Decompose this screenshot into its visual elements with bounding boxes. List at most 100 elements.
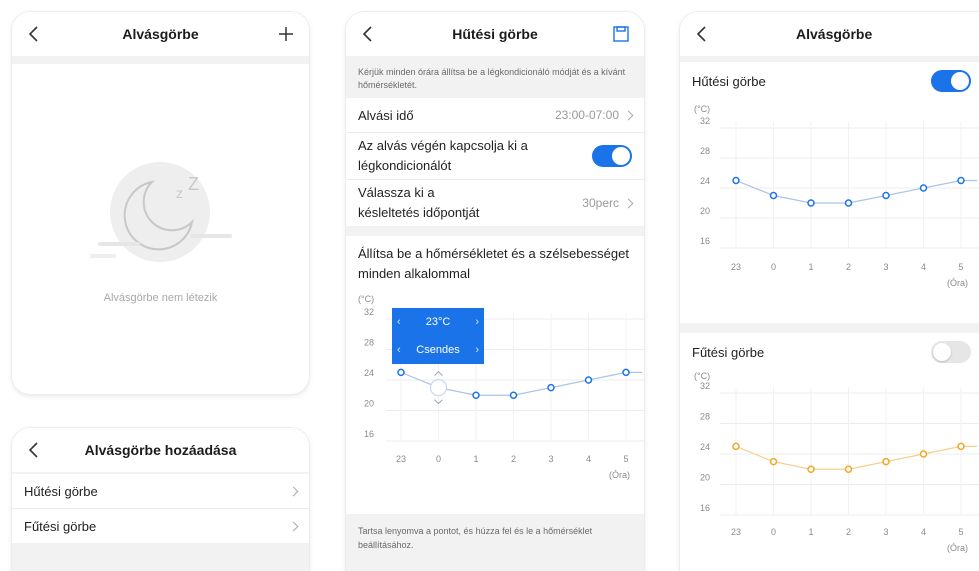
data-point: [807, 199, 815, 207]
y-tick-label: 32: [700, 116, 710, 126]
tooltip-box[interactable]: ‹ 23°C › ‹ Csendes ›: [392, 308, 484, 364]
heating-toggle[interactable]: [931, 341, 971, 363]
hint-text: Kérjük minden órára állítsa be a légkond…: [358, 67, 626, 90]
nav-bar: Hűtési görbe: [346, 12, 644, 56]
cooling-curve-label: Hűtési görbe: [692, 73, 766, 89]
data-point: [732, 442, 740, 451]
y-tick-label: 28: [700, 146, 710, 156]
sleep-time-row[interactable]: Alvási idő 23:00-07:00: [346, 98, 644, 133]
data-point: [732, 176, 740, 185]
heating-curve-label: Fűtési görbe: [692, 344, 765, 360]
x-tick-label: 5: [958, 527, 963, 537]
y-tick-label: 20: [700, 473, 710, 483]
empty-state: z Z Alvásgörbe nem létezik: [12, 64, 309, 394]
x-tick-label: 0: [771, 527, 776, 537]
list-item-heating[interactable]: Fűtési görbe: [12, 509, 309, 543]
y-unit-label: (°C): [694, 371, 710, 381]
tooltip-temp-row: ‹ 23°C ›: [392, 308, 484, 336]
y-unit-label: (°C): [358, 294, 374, 304]
y-tick-label: 28: [364, 338, 374, 348]
page-title: Alvásgörbe hozáadása: [84, 442, 237, 458]
y-tick-label: 24: [700, 442, 710, 452]
sleeping-moon-icon: z Z: [90, 162, 232, 262]
data-point: [472, 391, 480, 399]
chevron-right-icon: [623, 110, 634, 121]
y-tick-label: 16: [700, 503, 710, 513]
sleep-time-label: Alvási idő: [358, 107, 414, 123]
turn-off-label: Az alvás végén kapcsolja ki a légkondici…: [358, 138, 528, 173]
x-tick-label: 3: [548, 454, 553, 464]
data-point: [919, 450, 928, 458]
back-icon[interactable]: [358, 23, 378, 45]
turn-off-toggle[interactable]: [592, 145, 632, 167]
x-tick-label: 1: [808, 527, 813, 537]
empty-state-text: Alvásgörbe nem létezik: [103, 292, 218, 304]
y-tick-label: 24: [700, 176, 710, 186]
hint-banner: Kérjük minden órára állítsa be a légkond…: [346, 56, 644, 98]
delay-row[interactable]: Válassza ki a késleltetés időpontját 30p…: [346, 180, 644, 226]
screen-cooling-curve: Hűtési görbe Kérjük minden órára állítsa…: [346, 12, 644, 571]
svg-text:Z: Z: [188, 174, 199, 194]
data-point: [919, 184, 928, 192]
data-point: [844, 465, 853, 473]
heating-curve-chart: (°C)322824201623 0 1 2 3 4 5(Óra): [694, 371, 979, 553]
page-title: Hűtési görbe: [452, 26, 538, 42]
data-point: [397, 368, 405, 377]
x-tick-label: 4: [586, 454, 591, 464]
screen-sleep-curve-list: Alvásgörbe Hűtési görbe (°C) 32 28 24 20 16 23…: [680, 12, 979, 571]
x-tick-label: 3: [883, 527, 888, 537]
y-tick-label: 16: [700, 236, 710, 246]
x-tick-label: 23: [731, 262, 741, 272]
back-icon[interactable]: [24, 23, 44, 45]
data-point: [807, 465, 815, 473]
x-tick-label: 3: [883, 262, 888, 272]
list-item-cooling[interactable]: Hűtési görbe: [12, 474, 309, 509]
chevron-right-icon[interactable]: ›: [475, 316, 479, 328]
x-tick-label: 4: [921, 527, 926, 537]
series-line: [735, 445, 977, 470]
data-point: [769, 191, 778, 200]
cooling-toggle[interactable]: [931, 70, 971, 92]
x-unit-label: (Óra): [947, 278, 968, 288]
screen-add-sleep-curve: Alvásgörbe hozáadása Hűtési görbe Fűtési…: [12, 428, 309, 571]
y-tick-label: 28: [700, 412, 710, 422]
save-icon[interactable]: [610, 23, 632, 45]
x-tick-label: 5: [958, 262, 963, 272]
chevron-left-icon[interactable]: ‹: [397, 344, 401, 356]
screen-sleep-curve-empty: Alvásgörbe z Z Alvásgörbe nem létezik: [12, 12, 309, 394]
turn-off-row: Az alvás végén kapcsolja ki a légkondici…: [346, 133, 644, 180]
chevron-left-icon[interactable]: ‹: [397, 316, 401, 328]
list-item-label: Hűtési görbe: [24, 483, 98, 499]
data-point: [547, 383, 555, 392]
data-point: [957, 176, 965, 185]
x-tick-label: 0: [771, 262, 776, 272]
y-tick-label: 32: [700, 381, 710, 391]
y-tick-label: 32: [364, 307, 374, 317]
delay-label: Válassza ki a késleltetés időpontját: [358, 185, 480, 220]
y-tick-label: 24: [364, 368, 374, 378]
x-tick-label: 4: [921, 262, 926, 272]
back-icon[interactable]: [24, 439, 44, 461]
y-tick-label: 20: [364, 399, 374, 409]
tooltip-temp: 23°C: [425, 316, 451, 328]
y-tick-label: 16: [364, 429, 374, 439]
back-icon[interactable]: [692, 23, 712, 45]
chevron-right-icon[interactable]: ›: [475, 344, 479, 356]
x-tick-label: 23: [731, 527, 741, 537]
footer-hint: Tartsa lenyomva a pontot, és húzza fel é…: [346, 514, 644, 571]
x-tick-label: 2: [511, 454, 516, 464]
data-point: [509, 391, 518, 399]
footer-text: Tartsa lenyomva a pontot, és húzza fel é…: [358, 526, 593, 550]
nav-bar: Alvásgörbe: [12, 12, 309, 56]
cooling-curve-chart: (°C)322824201623 0 1 2 3 4 5(Óra): [694, 104, 979, 288]
cooling-curve-header: Hűtési görbe: [680, 62, 979, 100]
heating-curve-header: Fűtési görbe: [680, 333, 979, 371]
nav-bar: Alvásgörbe: [680, 12, 979, 56]
add-icon[interactable]: [275, 23, 297, 45]
data-point: [882, 191, 890, 200]
data-point: [957, 442, 965, 451]
chevron-right-icon: [288, 521, 299, 531]
x-unit-label: (Óra): [947, 543, 968, 553]
x-unit-label: (Óra): [609, 470, 630, 480]
cooling-curve-chart[interactable]: (°C)322824201623 0 1 2 3 4 5(Óra): [346, 292, 644, 514]
